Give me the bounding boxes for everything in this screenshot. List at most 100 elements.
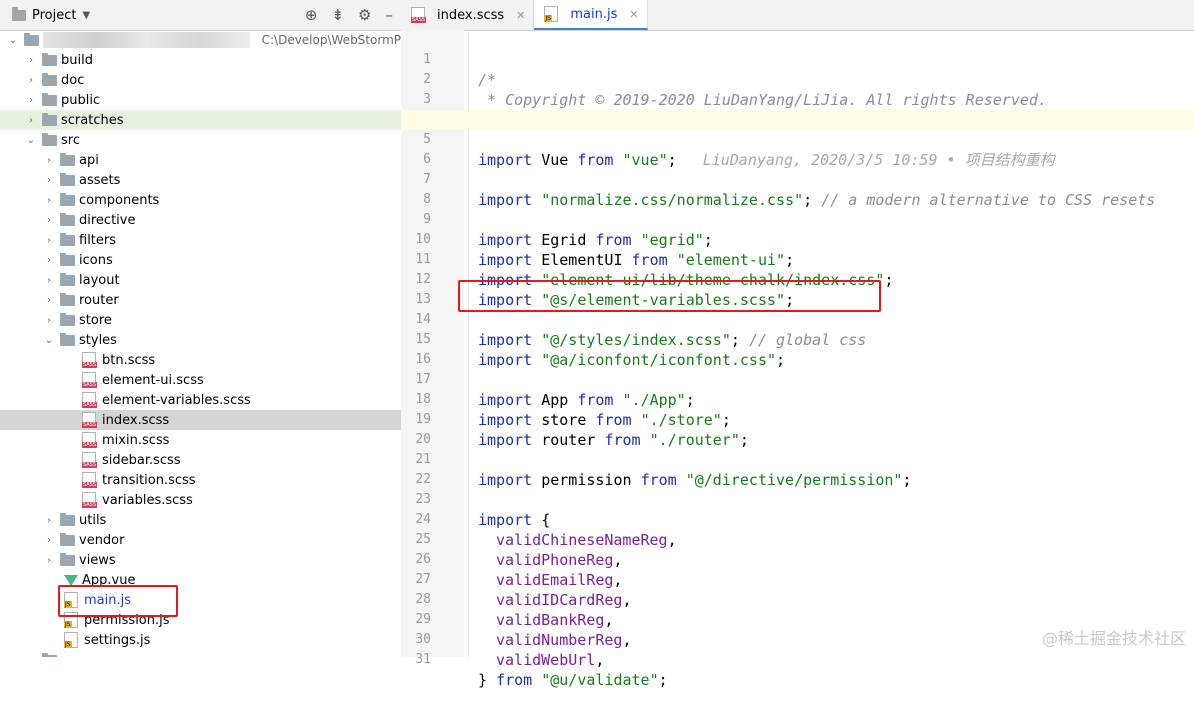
tree-item-element-variables-scss[interactable]: element-variables.scss (0, 390, 401, 410)
tree-item-icons[interactable]: › icons (0, 250, 401, 270)
tree-item-label: filters (79, 232, 117, 248)
tree-item-index-scss[interactable]: index.scss (0, 410, 401, 430)
gear-icon[interactable]: ⚙ (358, 6, 371, 24)
tree-item-layout[interactable]: › layout (0, 270, 401, 290)
code-line: 15 import "@a/iconfont/iconfont.css"; (401, 310, 1194, 369)
code-area[interactable]: 1 /* 2 * Copyright © 2019-2020 LiuDanYan… (401, 30, 1194, 689)
tree-item-label: src (61, 132, 80, 148)
redacted-project-name (42, 32, 250, 48)
chevron-down-icon[interactable]: ⌄ (44, 335, 54, 346)
chevron-right-icon[interactable]: › (44, 515, 54, 526)
folder-icon (42, 52, 57, 66)
folder-icon (12, 6, 26, 21)
tree-item-root[interactable]: ⌄ C:\Develop\WebStormP (0, 30, 401, 50)
tree-item-label: utils (79, 512, 107, 528)
tree-item-settings-js[interactable]: settings.js (0, 630, 401, 650)
code-line: 7 import "normalize.css/normalize.css"; … (401, 150, 1194, 209)
folder-icon (60, 232, 75, 246)
chevron-right-icon[interactable]: › (44, 155, 54, 166)
tree-item-public[interactable]: › public (0, 90, 401, 110)
code-line-current: 5 import Vue from "vue"; LiuDanyang, 2020… (401, 110, 1194, 169)
folder-icon (60, 292, 75, 306)
tree-item-store[interactable]: › store (0, 310, 401, 330)
tree-item-src[interactable]: ⌄ src (0, 130, 401, 150)
tree-item-variables-scss[interactable]: variables.scss (0, 490, 401, 510)
tree-item-views[interactable]: › views (0, 550, 401, 570)
code-line: 6 (401, 130, 1194, 167)
chevron-right-icon[interactable]: › (26, 75, 36, 86)
chevron-right-icon[interactable]: › (44, 195, 54, 206)
tree-item-directive[interactable]: › directive (0, 210, 401, 230)
tree-item-label: assets (79, 172, 121, 188)
code-line: 2 * Copyright © 2019-2020 LiuDanYang/LiJ… (401, 50, 1194, 109)
chevron-right-icon[interactable]: › (44, 235, 54, 246)
tree-item-label: public (61, 92, 101, 108)
folder-icon (60, 152, 75, 166)
code-line: 12 import "@s/element-variables.scss"; (401, 250, 1194, 309)
chevron-right-icon[interactable]: › (26, 115, 36, 126)
tree-item-label: btn.scss (102, 352, 156, 368)
chevron-right-icon[interactable]: › (26, 95, 36, 106)
line-number: 31 (415, 652, 431, 667)
tree-item-element-ui-scss[interactable]: element-ui.scss (0, 370, 401, 390)
tree-item-transition-scss[interactable]: transition.scss (0, 470, 401, 490)
tree-item-label: scratches (61, 112, 124, 128)
chevron-right-icon[interactable]: › (44, 295, 54, 306)
sass-file-icon (82, 432, 98, 448)
folder-icon (60, 532, 75, 546)
close-icon[interactable]: ✕ (516, 9, 525, 22)
folder-icon (42, 72, 57, 86)
chevron-right-icon[interactable]: › (44, 215, 54, 226)
tree-item-sidebar-scss[interactable]: sidebar.scss (0, 450, 401, 470)
tree-item-label: api (79, 152, 99, 168)
chevron-right-icon[interactable]: › (44, 315, 54, 326)
tree-item-build[interactable]: › build (0, 50, 401, 70)
tree-item-doc[interactable]: › doc (0, 70, 401, 90)
chevron-right-icon[interactable]: › (44, 175, 54, 186)
highlight-box-global-css-import (458, 280, 881, 312)
chevron-right-icon[interactable]: › (44, 555, 54, 566)
tree-item-label: components (79, 192, 160, 208)
tree-item-label: doc (61, 72, 85, 88)
chevron-down-icon[interactable]: ⌄ (8, 35, 18, 46)
code-editor: index.scss ✕ main.js ✕ 1 /* 2 * Copyrigh… (401, 0, 1194, 689)
folder-icon (42, 132, 57, 146)
tree-item-label: build (61, 52, 93, 68)
locate-icon[interactable]: ⊕ (305, 6, 318, 24)
tree-item-scratches[interactable]: › scratches (0, 110, 401, 130)
chevron-right-icon[interactable]: › (44, 535, 54, 546)
tree-item-mixin-scss[interactable]: mixin.scss (0, 430, 401, 450)
close-icon[interactable]: ✕ (629, 8, 638, 21)
hide-icon[interactable]: – (386, 6, 394, 24)
code-line: 21 import permission from "@/directive/p… (401, 430, 1194, 489)
code-line: 24 validChineseNameReg, (401, 490, 1194, 549)
chevron-down-icon[interactable]: ⌄ (26, 135, 36, 146)
tab-index-scss[interactable]: index.scss ✕ (401, 0, 535, 30)
tree-item-label: icons (79, 252, 113, 268)
tree-item-partial[interactable]: › (0, 650, 401, 657)
sass-file-icon (82, 452, 98, 468)
tree-item-router[interactable]: › router (0, 290, 401, 310)
editor-tabs: index.scss ✕ main.js ✕ (401, 0, 1194, 31)
chevron-right-icon[interactable]: › (44, 275, 54, 286)
tab-label: main.js (570, 6, 618, 22)
chevron-down-icon[interactable]: ▼ (82, 10, 90, 21)
project-title[interactable]: Project (32, 8, 76, 23)
watermark-text: @稀土掘金技术社区 (1041, 629, 1186, 648)
root-path: C:\Develop\WebStormP (261, 33, 401, 47)
chevron-right-icon[interactable]: › (26, 55, 36, 66)
tree-item-filters[interactable]: › filters (0, 230, 401, 250)
tree-item-label: store (79, 312, 112, 328)
tree-item-components[interactable]: › components (0, 190, 401, 210)
collapse-all-icon[interactable]: ⇟ (331, 6, 344, 24)
tab-main-js[interactable]: main.js ✕ (534, 0, 648, 30)
chevron-right-icon[interactable]: › (44, 255, 54, 266)
tree-item-btn-scss[interactable]: btn.scss (0, 350, 401, 370)
tree-item-styles[interactable]: ⌄ styles (0, 330, 401, 350)
tree-item-vendor[interactable]: › vendor (0, 530, 401, 550)
tree-item-api[interactable]: › api (0, 150, 401, 170)
tree-item-utils[interactable]: › utils (0, 510, 401, 530)
tree-item-assets[interactable]: › assets (0, 170, 401, 190)
tree-item-label: vendor (79, 532, 125, 548)
code-line: 8 (401, 170, 1194, 207)
